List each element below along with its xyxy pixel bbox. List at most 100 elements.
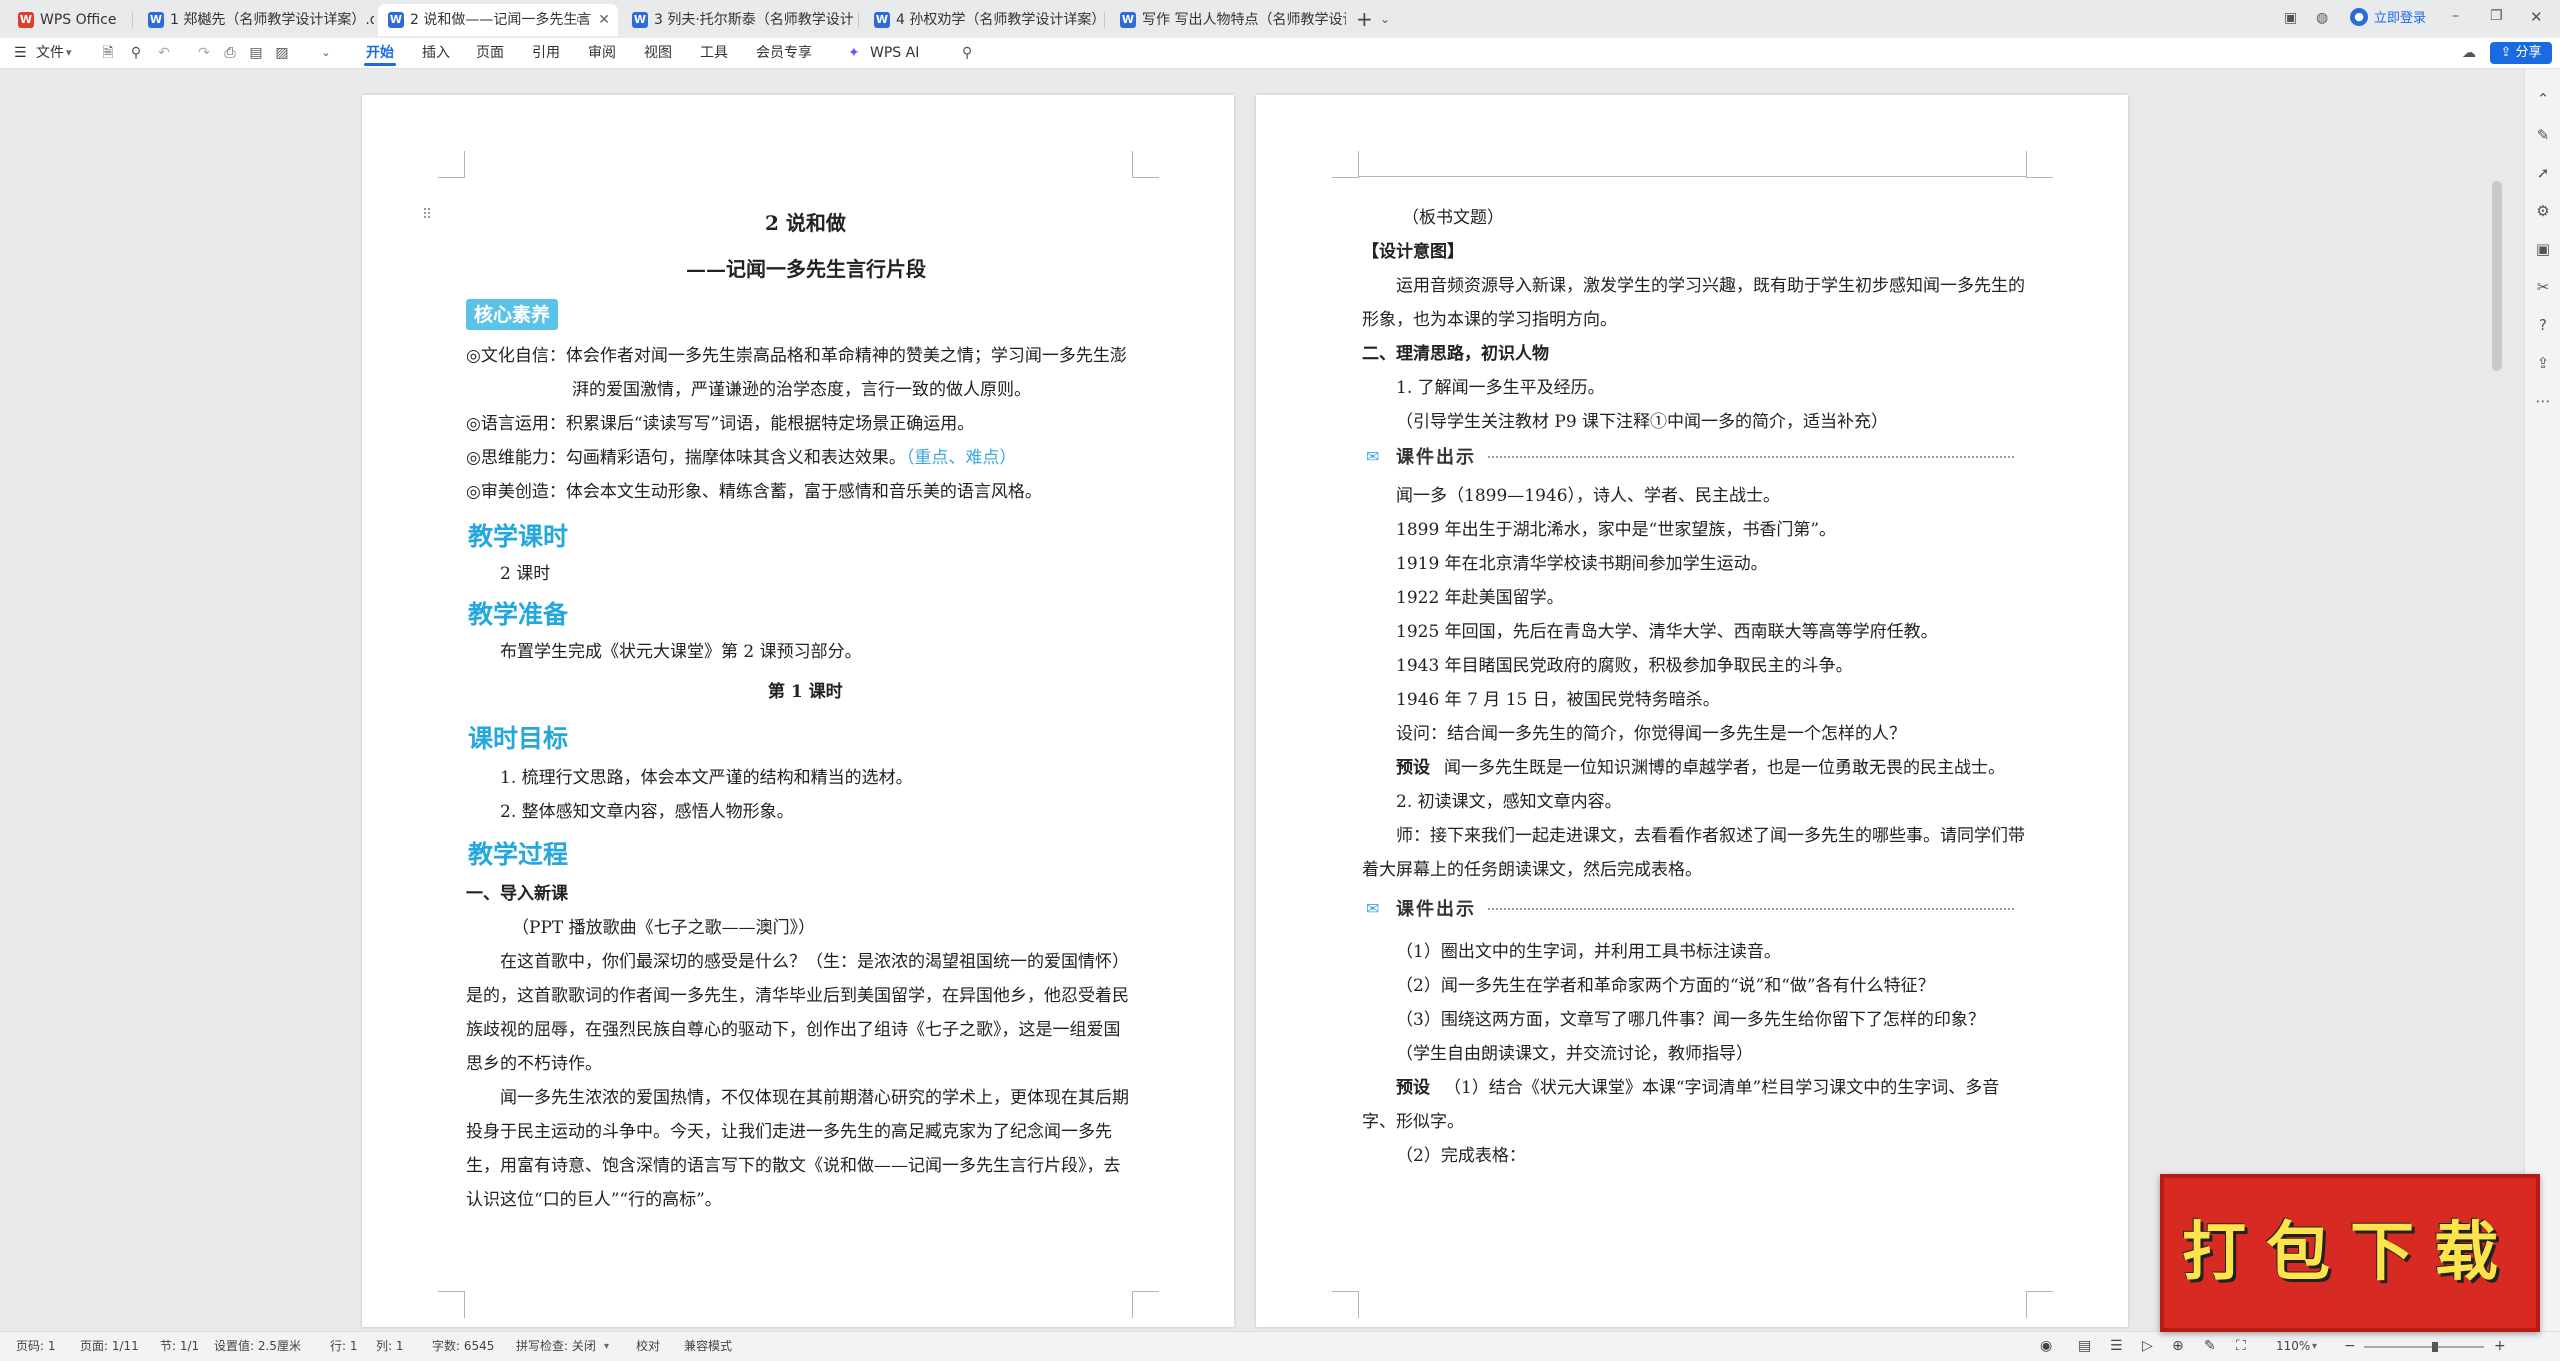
preset-1-text: 闻一多先生既是一位知识渊博的卓越学者，也是一位勇敢无畏的民主战士。 — [1444, 758, 2005, 778]
word-doc-icon: W — [874, 12, 890, 28]
zoom-slider-thumb[interactable] — [2432, 1342, 2438, 1352]
tab-list-chevron-icon[interactable]: ⌄ — [1380, 4, 1390, 34]
bio-line-6: 1943 年目睹国民党政府的腐败，积极参加争取民主的斗争。 — [1396, 656, 1853, 676]
preset-2-table: （2）完成表格： — [1396, 1146, 1526, 1166]
select-cursor-icon[interactable]: ➚ — [2525, 161, 2560, 185]
menu-home-tab[interactable]: 开始 — [364, 38, 396, 68]
edit-mode-icon[interactable]: ✎ — [2204, 1332, 2216, 1361]
menu-insert-tab[interactable]: 插入 — [422, 38, 450, 68]
tools-icon[interactable]: ✂ — [2525, 275, 2560, 299]
word-doc-icon: W — [388, 12, 404, 28]
image-icon[interactable]: ▨ — [274, 45, 290, 61]
status-pages[interactable]: 页面: 1/11 — [80, 1332, 139, 1361]
share-button[interactable]: ⇪ 分享 — [2490, 42, 2552, 64]
drag-handle-icon[interactable]: ⠿ — [422, 207, 432, 223]
save-icon[interactable]: 🗎 — [100, 45, 116, 61]
preset-label: 预设 — [1396, 758, 1430, 778]
header-line — [1358, 176, 2026, 177]
document-page-1[interactable]: ⠿ 2 说和做 ——记闻一多先生言行片段 核心素养 ◎文化自信：体会作者对闻一多… — [362, 95, 1234, 1327]
ribbon-toolbar: ☰ 文件 ▾ 🗎 ⚲ ↶ ↷ ⎙ ▤ ▨ ⌄ 开始 插入 页面 引用 审阅 视图… — [0, 38, 2560, 69]
status-words[interactable]: 字数: 6545 — [432, 1332, 494, 1361]
prep-text: 布置学生完成《状元大课堂》第 2 课预习部分。 — [500, 642, 862, 662]
menu-member-tab[interactable]: 会员专享 — [756, 38, 812, 68]
cloud-sync-icon[interactable]: ☁ — [2462, 38, 2476, 68]
play-icon[interactable]: ▷ — [2142, 1332, 2153, 1361]
search-doc-icon[interactable]: ⚲ — [128, 45, 144, 61]
file-chevron-icon[interactable]: ▾ — [66, 38, 72, 68]
menu-tools-tab[interactable]: 工具 — [700, 38, 728, 68]
vertical-scrollbar[interactable] — [2492, 181, 2502, 371]
design-intent-heading: 【设计意图】 — [1362, 242, 1464, 262]
status-spellcheck[interactable]: 拼写检查: 关闭 — [516, 1332, 596, 1361]
status-proofread[interactable]: 校对 — [636, 1332, 660, 1361]
bio-line-3: 1919 年在北京清华学校读书期间参加学生运动。 — [1396, 554, 1768, 574]
word-doc-icon: W — [148, 12, 164, 28]
hamburger-menu-icon[interactable]: ☰ — [14, 38, 27, 68]
zoom-out-icon[interactable]: − — [2344, 1332, 2356, 1361]
zoom-level[interactable]: 110% — [2276, 1332, 2310, 1361]
document-workspace: ⠿ 2 说和做 ——记闻一多先生言行片段 核心素养 ◎文化自信：体会作者对闻一多… — [0, 69, 2560, 1331]
ppt-note: （PPT 播放歌曲《七子之歌——澳门》） — [512, 918, 816, 938]
question: 设问：结合闻一多先生的简介，你觉得闻一多先生是一个怎样的人？ — [1396, 724, 1906, 744]
board-note: （板书文题） — [1402, 208, 1504, 228]
eye-protection-icon[interactable]: ◉ — [2040, 1332, 2052, 1361]
preset-label: 预设 — [1396, 1078, 1430, 1098]
menu-reference-tab[interactable]: 引用 — [532, 38, 560, 68]
print-icon[interactable]: ⎙ — [222, 45, 238, 61]
file-menu[interactable]: 文件 — [36, 38, 64, 68]
close-window-icon[interactable]: ✕ — [2530, 8, 2543, 26]
wps-ai-button[interactable]: WPS AI — [870, 38, 919, 68]
settings-sliders-icon[interactable]: ⚙ — [2525, 199, 2560, 223]
outline-view-icon[interactable]: ☰ — [2110, 1332, 2123, 1361]
tab-doc-2-active[interactable]: W2 说和做——记闻一多先生言 ▭ ✕ — [378, 4, 618, 36]
tab-doc-1[interactable]: W1 郑樾先（名师教学设计详案）.doc — [138, 4, 374, 36]
preset-1: 预设 闻一多先生既是一位知识渊博的卓越学者，也是一位勇敢无畏的民主战士。 — [1396, 753, 2005, 778]
menu-view-tab[interactable]: 视图 — [644, 38, 672, 68]
user-avatar-icon[interactable]: ● — [2350, 8, 2368, 26]
window-icon[interactable]: ▣ — [2284, 10, 2297, 26]
more-chevron-icon[interactable]: ⌄ — [318, 45, 334, 61]
tab-doc-5[interactable]: W写作 写出人物特点（名师教学设计详 — [1110, 4, 1346, 36]
login-link[interactable]: 立即登录 — [2374, 0, 2426, 38]
spellcheck-chevron-icon[interactable]: ▾ — [604, 1332, 609, 1361]
download-banner-text: 打包下载 — [2182, 1216, 2518, 1290]
export-pdf-icon[interactable]: ▤ — [248, 45, 264, 61]
menu-page-tab[interactable]: 页面 — [476, 38, 504, 68]
bio-line-1: 闻一多（1899—1946），诗人、学者、民主战士。 — [1396, 486, 1781, 506]
bio-line-7: 1946 年 7 月 15 日，被国民党特务暗杀。 — [1396, 690, 1720, 710]
restore-icon[interactable]: ❐ — [2490, 8, 2503, 24]
margin-corner — [438, 1291, 465, 1318]
new-tab-button[interactable]: + — [1356, 4, 1373, 34]
literacy-culture-cont: 湃的爱国激情，严谨谦逊的治学态度，言行一致的做人原则。 — [572, 380, 1031, 400]
collapse-chevron-icon[interactable]: ⌃ — [2525, 87, 2560, 111]
skin-icon[interactable]: ◍ — [2316, 10, 2328, 26]
undo-icon[interactable]: ↶ — [156, 45, 172, 61]
close-tab-icon[interactable]: ✕ — [598, 4, 610, 36]
more-options-icon[interactable]: ⋯ — [2525, 389, 2560, 413]
tab-doc-3[interactable]: W3 列夫·托尔斯泰（名师教学设计详 — [622, 4, 854, 36]
literacy-language: ◎语言运用：积累课后“读读写写”词语，能根据特定场景正确运用。 — [466, 414, 975, 434]
goal-heading: 课时目标 — [468, 724, 569, 753]
share-panel-icon[interactable]: ⇪ — [2525, 351, 2560, 375]
search-icon[interactable]: ⚲ — [962, 38, 972, 68]
menu-review-tab[interactable]: 审阅 — [588, 38, 616, 68]
zoom-in-icon[interactable]: + — [2494, 1332, 2506, 1361]
help-icon[interactable]: ? — [2525, 313, 2560, 337]
download-banner[interactable]: 打包下载 — [2160, 1174, 2540, 1332]
fit-page-icon[interactable]: ⛶ — [2236, 1332, 2246, 1361]
page-view-icon[interactable]: ▤ — [2078, 1332, 2091, 1361]
minimize-icon[interactable]: – — [2452, 8, 2459, 24]
redo-icon[interactable]: ↷ — [196, 45, 212, 61]
preset-2-cont: 字、形似字。 — [1362, 1112, 1464, 1132]
tab-doc-4[interactable]: W4 孙权劝学（名师教学设计详案）.d — [864, 4, 1100, 36]
tab-wps-office[interactable]: W WPS Office — [8, 4, 126, 36]
web-view-icon[interactable]: ⊕ — [2172, 1332, 2184, 1361]
zoom-chevron-icon[interactable]: ▾ — [2312, 1332, 2317, 1361]
free-reading-note: （学生自由朗读课文，并交流讨论，教师指导） — [1396, 1044, 1753, 1064]
pen-icon[interactable]: ✎ — [2525, 123, 2560, 147]
dotted-divider — [1488, 456, 2014, 458]
monitor-icon: ▭ — [575, 12, 588, 27]
comment-icon[interactable]: ▣ — [2525, 237, 2560, 261]
zoom-slider[interactable] — [2364, 1346, 2484, 1348]
document-page-2[interactable]: （板书文题） 【设计意图】 运用音频资源导入新课，激发学生的学习兴趣，既有助于学… — [1256, 95, 2128, 1327]
